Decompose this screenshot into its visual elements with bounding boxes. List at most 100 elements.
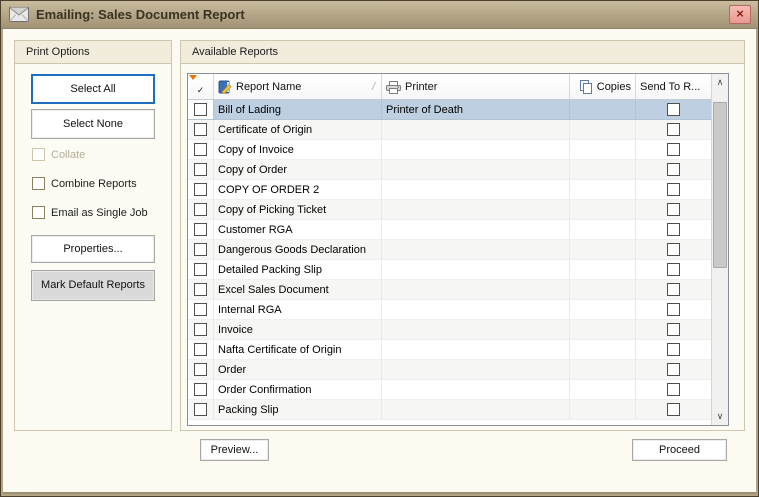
send-to-cell[interactable]	[636, 400, 711, 420]
preview-button[interactable]: Preview...	[200, 439, 269, 461]
filter-dropdown-icon[interactable]	[189, 75, 197, 80]
row-checkbox[interactable]	[194, 403, 207, 416]
row-select-cell[interactable]	[188, 260, 214, 280]
report-name-cell[interactable]: Copy of Picking Ticket	[214, 200, 382, 220]
row-checkbox[interactable]	[194, 363, 207, 376]
row-select-cell[interactable]	[188, 180, 214, 200]
row-select-cell[interactable]	[188, 100, 214, 120]
copies-cell[interactable]	[570, 280, 636, 300]
row-select-cell[interactable]	[188, 320, 214, 340]
report-name-cell[interactable]: Copy of Order	[214, 160, 382, 180]
printer-cell[interactable]	[382, 200, 570, 220]
combine-reports-checkbox-box[interactable]	[32, 177, 45, 190]
row-select-cell[interactable]	[188, 360, 214, 380]
row-select-cell[interactable]	[188, 380, 214, 400]
report-name-cell[interactable]: Dangerous Goods Declaration	[214, 240, 382, 260]
table-row[interactable]: Detailed Packing Slip	[188, 260, 711, 280]
row-checkbox[interactable]	[194, 283, 207, 296]
row-checkbox[interactable]	[194, 223, 207, 236]
printer-cell[interactable]	[382, 320, 570, 340]
copies-cell[interactable]	[570, 160, 636, 180]
send-to-checkbox[interactable]	[667, 303, 680, 316]
report-name-cell[interactable]: Internal RGA	[214, 300, 382, 320]
report-name-cell[interactable]: Certificate of Origin	[214, 120, 382, 140]
send-to-checkbox[interactable]	[667, 203, 680, 216]
copies-cell[interactable]	[570, 120, 636, 140]
send-to-checkbox[interactable]	[667, 123, 680, 136]
vertical-scrollbar[interactable]: ∧ ∨	[711, 74, 728, 425]
send-to-checkbox[interactable]	[667, 263, 680, 276]
send-to-checkbox[interactable]	[667, 143, 680, 156]
mark-default-reports-button[interactable]: Mark Default Reports	[31, 270, 155, 301]
copies-cell[interactable]	[570, 200, 636, 220]
table-row[interactable]: Copy of Picking Ticket	[188, 200, 711, 220]
table-row[interactable]: Invoice	[188, 320, 711, 340]
copies-cell[interactable]	[570, 340, 636, 360]
printer-cell[interactable]: Printer of Death	[382, 100, 570, 120]
send-to-cell[interactable]	[636, 360, 711, 380]
table-row[interactable]: Customer RGA	[188, 220, 711, 240]
copies-cell[interactable]	[570, 300, 636, 320]
send-to-cell[interactable]	[636, 100, 711, 120]
row-checkbox[interactable]	[194, 383, 207, 396]
printer-cell[interactable]	[382, 180, 570, 200]
send-to-checkbox[interactable]	[667, 343, 680, 356]
report-name-cell[interactable]: Customer RGA	[214, 220, 382, 240]
table-row[interactable]: Copy of Invoice	[188, 140, 711, 160]
row-checkbox[interactable]	[194, 183, 207, 196]
send-to-checkbox[interactable]	[667, 163, 680, 176]
report-name-cell[interactable]: Order	[214, 360, 382, 380]
table-row[interactable]: Dangerous Goods Declaration	[188, 240, 711, 260]
scroll-down-icon[interactable]: ∨	[712, 408, 728, 425]
send-to-checkbox[interactable]	[667, 103, 680, 116]
send-to-checkbox[interactable]	[667, 223, 680, 236]
row-checkbox[interactable]	[194, 143, 207, 156]
select-all-button[interactable]: Select All	[31, 74, 155, 104]
row-select-cell[interactable]	[188, 160, 214, 180]
printer-cell[interactable]	[382, 120, 570, 140]
send-to-checkbox[interactable]	[667, 323, 680, 336]
report-name-cell[interactable]: Bill of Lading	[214, 100, 382, 120]
send-to-cell[interactable]	[636, 300, 711, 320]
printer-cell[interactable]	[382, 280, 570, 300]
row-select-cell[interactable]	[188, 280, 214, 300]
printer-cell[interactable]	[382, 400, 570, 420]
scrollbar-thumb[interactable]	[713, 102, 727, 268]
printer-cell[interactable]	[382, 260, 570, 280]
report-name-cell[interactable]: Detailed Packing Slip	[214, 260, 382, 280]
row-checkbox[interactable]	[194, 243, 207, 256]
report-name-cell[interactable]: Nafta Certificate of Origin	[214, 340, 382, 360]
copies-cell[interactable]	[570, 100, 636, 120]
copies-cell[interactable]	[570, 400, 636, 420]
table-row[interactable]: COPY OF ORDER 2	[188, 180, 711, 200]
send-to-cell[interactable]	[636, 140, 711, 160]
table-row[interactable]: Order	[188, 360, 711, 380]
report-name-cell[interactable]: Invoice	[214, 320, 382, 340]
copies-column-header[interactable]: Copies	[570, 74, 636, 99]
printer-cell[interactable]	[382, 240, 570, 260]
send-to-cell[interactable]	[636, 380, 711, 400]
row-checkbox[interactable]	[194, 163, 207, 176]
table-row[interactable]: Internal RGA	[188, 300, 711, 320]
send-to-cell[interactable]	[636, 240, 711, 260]
row-checkbox[interactable]	[194, 203, 207, 216]
send-to-checkbox[interactable]	[667, 383, 680, 396]
table-row[interactable]: Copy of Order	[188, 160, 711, 180]
row-checkbox[interactable]	[194, 303, 207, 316]
printer-cell[interactable]	[382, 160, 570, 180]
row-select-cell[interactable]	[188, 240, 214, 260]
send-to-checkbox[interactable]	[667, 403, 680, 416]
row-select-cell[interactable]	[188, 220, 214, 240]
report-name-cell[interactable]: Copy of Invoice	[214, 140, 382, 160]
printer-cell[interactable]	[382, 220, 570, 240]
row-checkbox[interactable]	[194, 323, 207, 336]
report-name-cell[interactable]: Order Confirmation	[214, 380, 382, 400]
send-to-cell[interactable]	[636, 260, 711, 280]
row-select-cell[interactable]	[188, 120, 214, 140]
select-column-header[interactable]: ✓	[188, 74, 214, 99]
row-checkbox[interactable]	[194, 123, 207, 136]
send-to-cell[interactable]	[636, 200, 711, 220]
table-row[interactable]: Certificate of Origin	[188, 120, 711, 140]
report-name-column-header[interactable]: Report Name /	[214, 74, 382, 99]
table-row[interactable]: Nafta Certificate of Origin	[188, 340, 711, 360]
